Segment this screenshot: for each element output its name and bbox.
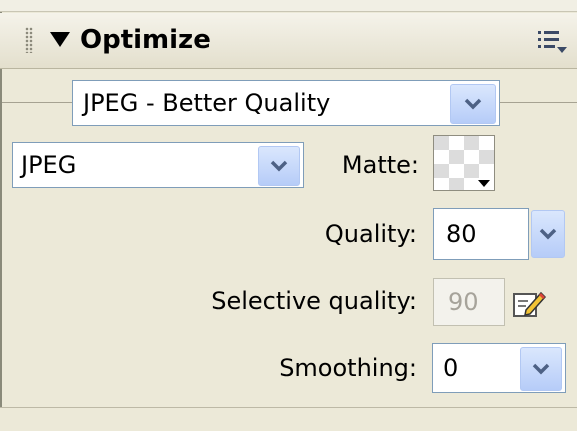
quality-label: Quality: <box>324 220 417 248</box>
smoothing-dropdown-value: 0 <box>443 354 459 382</box>
triangle-down-icon[interactable] <box>50 32 70 47</box>
smoothing-label: Smoothing: <box>279 354 417 382</box>
preset-dropdown-value: JPEG - Better Quality <box>83 89 331 117</box>
quality-slider-button[interactable] <box>531 210 565 258</box>
chevron-down-icon <box>270 160 288 172</box>
preset-dropdown[interactable]: JPEG - Better Quality <box>72 80 500 126</box>
separator-line-right <box>500 102 577 103</box>
format-dropdown[interactable]: JPEG <box>12 142 304 188</box>
chevron-down-icon <box>532 363 550 375</box>
preset-dropdown-button[interactable] <box>450 84 496 124</box>
separator-line-left <box>2 102 72 103</box>
matte-label: Matte: <box>341 151 419 179</box>
quality-value: 80 <box>446 220 477 248</box>
smoothing-dropdown[interactable]: 0 <box>432 343 566 393</box>
chevron-down-icon <box>539 228 557 240</box>
selective-quality-value: 90 <box>448 288 479 316</box>
matte-swatch-icon[interactable] <box>433 135 495 191</box>
chevron-down-icon <box>464 98 482 110</box>
panel-bottom-strip <box>0 407 577 431</box>
panel-title[interactable]: Optimize <box>80 22 211 58</box>
panel-grip-handle[interactable] <box>25 27 33 53</box>
smoothing-dropdown-button[interactable] <box>520 347 562 391</box>
options-menu-icon[interactable] <box>537 28 569 56</box>
format-dropdown-value: JPEG <box>21 151 77 179</box>
panel-top-gap <box>0 0 577 12</box>
selective-quality-label: Selective quality: <box>211 287 417 315</box>
quality-input[interactable]: 80 <box>433 208 529 260</box>
selective-quality-input[interactable]: 90 <box>433 278 505 326</box>
format-dropdown-button[interactable] <box>258 146 300 186</box>
pencil-edit-icon[interactable] <box>512 288 547 320</box>
